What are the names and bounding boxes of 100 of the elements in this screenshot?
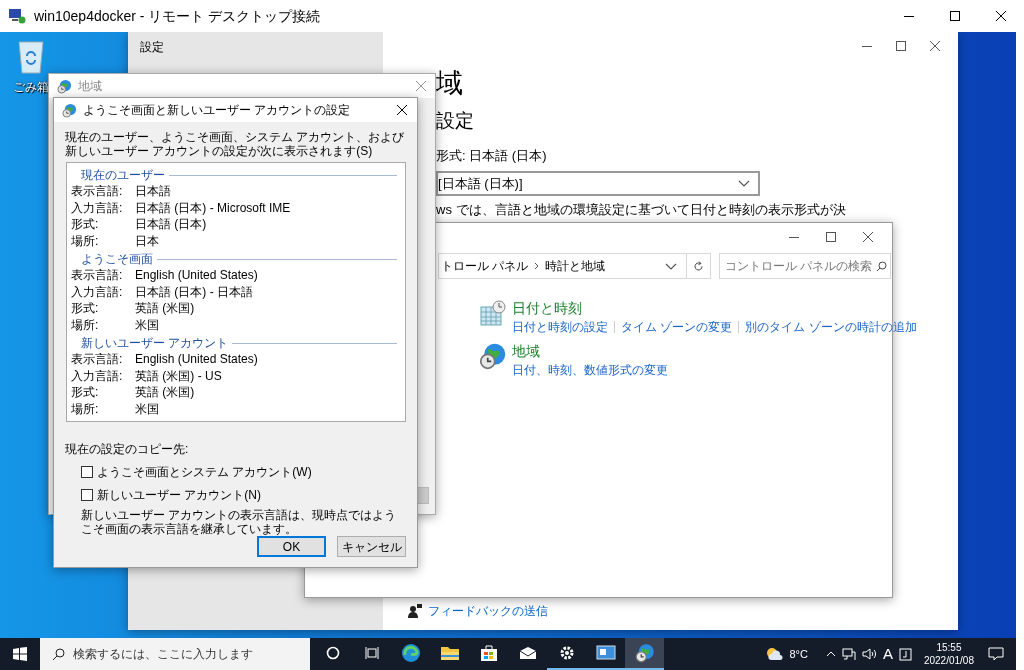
setting-value: 日本語 (日本): [135, 216, 207, 234]
setting-value: 日本: [135, 232, 159, 250]
mail-icon: [518, 646, 537, 660]
breadcrumb-item[interactable]: 時計と地域: [545, 257, 606, 275]
shopping-bag-icon: [479, 644, 498, 662]
chevron-up-icon[interactable]: [825, 651, 836, 657]
group-heading: ようこそ画面: [80, 251, 153, 268]
group-heading: 現在のユーザー: [80, 167, 165, 184]
search-field[interactable]: 検索するには、ここに入力します: [40, 638, 310, 670]
category-link[interactable]: 日付と時刻: [512, 300, 582, 316]
close-icon: [862, 232, 873, 242]
setting-label: 場所:: [71, 316, 100, 334]
breadcrumb-item[interactable]: トロール パネル: [441, 257, 529, 275]
field-label: 形式: 日本語 (日本): [436, 146, 548, 165]
minimize-icon: [788, 236, 799, 238]
settings-icon: [558, 645, 575, 661]
checkbox[interactable]: [81, 489, 93, 501]
globe-clock-icon: [57, 78, 72, 94]
notification-icon[interactable]: [988, 647, 1004, 661]
setting-value: 日本語 (日本) - Microsoft IME: [135, 199, 291, 217]
setting-label: 形式:: [71, 300, 100, 318]
search-input[interactable]: 検索するには、ここに入力します: [73, 645, 310, 663]
setting-label: 表示言語:: [71, 267, 124, 285]
setting-value: 英語 (米国): [135, 384, 195, 402]
temperature[interactable]: 8°C: [789, 645, 808, 663]
maximize-icon: [950, 11, 960, 21]
setting-label: 入力言語:: [71, 367, 124, 385]
task-link[interactable]: 日付と時刻の設定: [512, 318, 608, 336]
note-text: 新しいユーザー アカウントの表示言語は、現時点ではようこそ画面の表示言語を継承しています。: [81, 508, 398, 536]
computer-icon: [8, 8, 26, 24]
task-link[interactable]: 日付、時刻、数値形式の変更: [512, 361, 668, 379]
task-link[interactable]: 別のタイム ゾーンの時計の追加: [745, 318, 917, 336]
input-mode-indicator[interactable]: A: [882, 642, 893, 666]
format-dropdown[interactable]: [日本語 (日本)]: [436, 171, 760, 196]
group-heading: 新しいユーザー アカウント: [80, 335, 229, 352]
globe-clock-icon: [62, 102, 77, 118]
weather-icon: [765, 647, 784, 661]
cancel-button[interactable]: キャンセル: [337, 536, 406, 557]
search-icon: [52, 647, 65, 661]
maximize-icon: [896, 41, 906, 51]
search-icon: [876, 260, 887, 272]
minimize-icon: [904, 15, 914, 17]
checkbox-label[interactable]: ようこそ画面とシステム アカウント(W): [97, 463, 312, 481]
setting-value: 英語 (米国): [135, 300, 195, 318]
task-link[interactable]: タイム ゾーンの変更: [621, 318, 733, 336]
globe-clock-icon: [634, 643, 655, 663]
window-title: ようこそ画面と新しいユーザー アカウントの設定: [83, 102, 351, 119]
checkbox[interactable]: [81, 466, 93, 478]
group-label: 現在の設定のコピー先:: [65, 441, 190, 458]
setting-label: 形式:: [71, 216, 100, 234]
minimize-icon: [862, 45, 872, 47]
description-text: ws では、言語と地域の環境設定に基づいて日付と時刻の表示形式が決: [436, 202, 847, 218]
recycle-bin-icon[interactable]: [16, 38, 46, 74]
address-bar[interactable]: トロール パネル 時計と地域: [438, 253, 711, 279]
setting-value: 英語 (米国) - US: [135, 367, 222, 385]
setting-label: 入力言語:: [71, 283, 124, 301]
setting-value: English (United States): [135, 267, 258, 285]
window-title: 地域: [78, 78, 102, 95]
setting-label: 入力言語:: [71, 199, 124, 217]
chevron-icon: [738, 180, 750, 187]
close-icon: [930, 41, 940, 51]
circle-icon: [325, 646, 340, 660]
search-input[interactable]: コントロール パネルの検索: [725, 257, 874, 275]
ok-button[interactable]: OK: [257, 536, 326, 557]
setting-value: 日本語 (日本) - 日本語: [135, 283, 253, 301]
taskbar-button[interactable]: [625, 638, 664, 670]
chevron-right-icon: [534, 262, 540, 270]
network-icon[interactable]: [841, 647, 856, 661]
setting-value: 米国: [135, 400, 159, 418]
setting-label: 場所:: [71, 400, 100, 418]
remote-desktop-icon: [595, 645, 616, 661]
setting-label: 場所:: [71, 232, 100, 250]
clock[interactable]: 15:55 2022/01/08: [923, 641, 974, 667]
setting-label: 表示言語:: [71, 351, 124, 369]
window-title: win10ep4docker - リモート デスクトップ接続: [34, 6, 321, 26]
search-field[interactable]: コントロール パネルの検索: [719, 253, 891, 279]
volume-icon[interactable]: [861, 648, 877, 660]
setting-value: 米国: [135, 316, 159, 334]
section-heading: 設定: [436, 109, 475, 133]
page-heading: 域: [436, 70, 464, 97]
feedback-link[interactable]: フィードバックの送信: [428, 602, 548, 620]
category-link[interactable]: 地域: [512, 343, 540, 359]
setting-label: 形式:: [71, 384, 100, 402]
setting-label: 表示言語:: [71, 183, 124, 201]
globe-clock-icon: [479, 342, 507, 370]
calendar-clock-icon: [479, 299, 507, 327]
setting-value: 日本語: [135, 183, 171, 201]
feedback-icon: [408, 604, 422, 618]
windows-logo-icon: [13, 647, 27, 661]
checkbox-label[interactable]: 新しいユーザー アカウント(N): [97, 486, 261, 504]
task-view-icon: [364, 646, 379, 660]
refresh-icon: [693, 260, 704, 272]
folder-icon: [439, 645, 460, 661]
close-icon: [397, 105, 407, 115]
ime-pad-icon[interactable]: [898, 647, 912, 661]
app-title: 設定: [140, 40, 164, 54]
setting-value: English (United States): [135, 351, 258, 369]
intro-text: 現在のユーザー、ようこそ画面、システム アカウント、および新しいユーザー アカウントの設定が次に表示されます(S): [65, 130, 406, 158]
browser-icon: [400, 643, 421, 663]
close-icon: [996, 11, 1006, 21]
